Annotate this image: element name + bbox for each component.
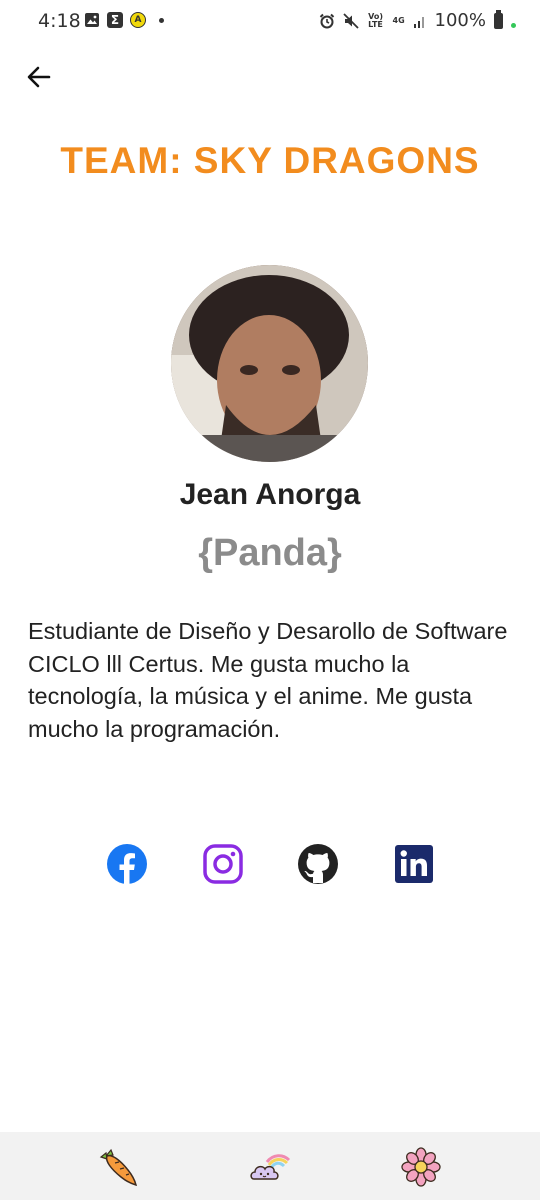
more-notifications-dot — [159, 17, 164, 23]
arrow-left-icon — [27, 66, 51, 88]
member-nickname: {Panda} — [198, 532, 342, 574]
bottom-navigation — [0, 1132, 540, 1200]
facebook-link[interactable] — [106, 843, 148, 885]
4g-icon: 4G — [392, 15, 405, 25]
social-links — [0, 843, 540, 885]
linkedin-link[interactable] — [393, 843, 435, 885]
back-button[interactable] — [22, 60, 56, 94]
nav-item-flower[interactable] — [400, 1146, 442, 1188]
status-time: 4:18 — [38, 10, 81, 32]
member-bio: Estudiante de Diseño y Desarollo de Soft… — [28, 618, 508, 742]
signal-icon — [413, 16, 424, 28]
linkedin-icon — [395, 845, 433, 883]
image-icon — [85, 13, 99, 27]
a-badge-icon: A — [130, 12, 146, 28]
flower-icon — [401, 1147, 441, 1187]
github-icon — [298, 844, 338, 884]
nav-item-carrot[interactable] — [98, 1146, 140, 1188]
charging-dot — [511, 23, 516, 28]
battery-percent: 100% — [434, 10, 486, 31]
team-title: TEAM: SKY DRAGONS — [60, 140, 480, 181]
nav-item-rainbow-cloud[interactable] — [249, 1146, 291, 1188]
status-bar: 4:18 Σ A Vo) LTE 4G 100% — [0, 0, 540, 46]
system-icons: Vo) LTE 4G 100% — [319, 9, 516, 31]
member-avatar — [171, 265, 368, 462]
volte-icon: Vo) LTE — [368, 11, 383, 29]
member-name: Jean Anorga — [179, 478, 361, 511]
battery-icon — [494, 9, 503, 29]
mute-icon — [342, 12, 359, 29]
notification-icons: Σ A — [84, 12, 164, 28]
instagram-link[interactable] — [202, 843, 244, 885]
sigma-icon: Σ — [107, 12, 123, 28]
alarm-icon — [319, 13, 334, 28]
github-link[interactable] — [297, 843, 339, 885]
instagram-icon — [203, 844, 243, 884]
rainbow-cloud-icon — [250, 1154, 291, 1180]
carrot-icon — [99, 1148, 138, 1187]
facebook-icon — [107, 844, 147, 884]
